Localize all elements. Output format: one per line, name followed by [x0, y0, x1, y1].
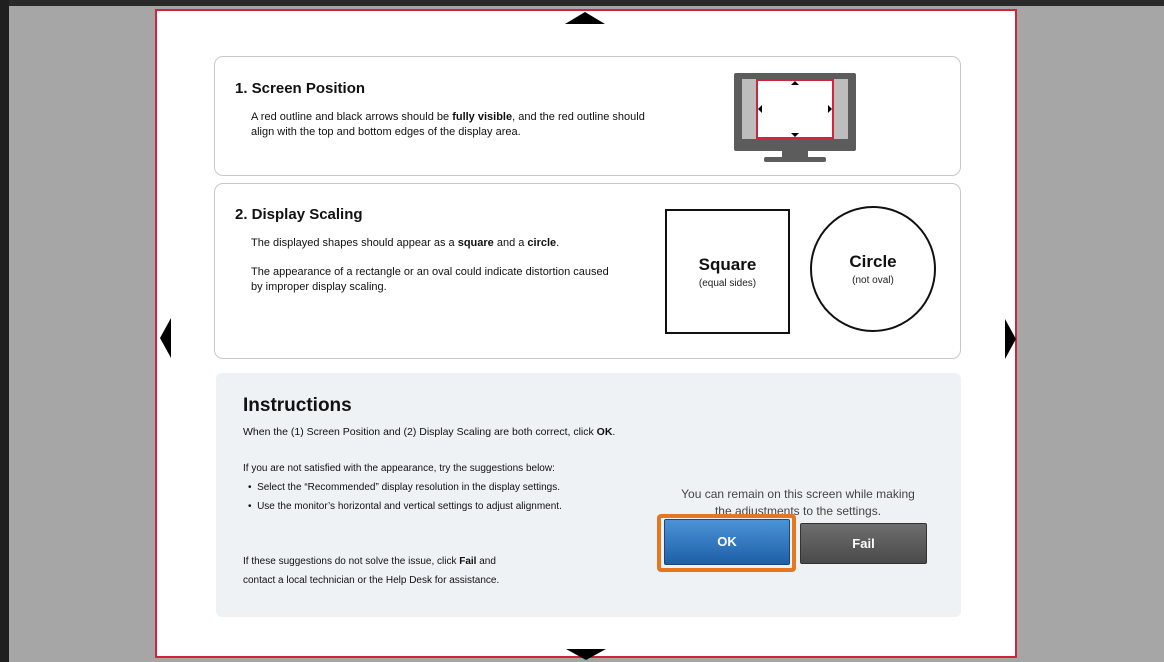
- square-label: Square: [698, 255, 757, 274]
- monitor-icon: [734, 73, 856, 163]
- circle-label: Circle: [849, 252, 897, 271]
- display-scaling-text-1: The displayed shapes should appear as a …: [251, 237, 560, 249]
- square-shape: Square (equal sides): [665, 209, 790, 334]
- instructions-line-suggestions: If you are not satisfied with the appear…: [243, 463, 555, 474]
- circle-sublabel: (not oval): [852, 275, 894, 286]
- bottom-arrow-icon: [566, 649, 606, 660]
- ok-button-highlight: [657, 514, 796, 572]
- instructions-line-fail: If these suggestions do not solve the is…: [243, 556, 496, 567]
- right-arrow-icon: [1005, 319, 1016, 359]
- screen-position-text: A red outline and black arrows should be…: [251, 111, 645, 138]
- left-edge-bar: [0, 0, 9, 662]
- list-item: • Select the “Recommended” display resol…: [248, 482, 560, 493]
- top-strip: [0, 0, 1164, 6]
- display-scaling-text-2: The appearance of a rectangle or an oval…: [251, 266, 609, 293]
- instructions-line-ok: When the (1) Screen Position and (2) Dis…: [243, 426, 616, 438]
- instructions-line-helpdesk: contact a local technician or the Help D…: [243, 575, 500, 586]
- fail-button[interactable]: Fail: [800, 523, 927, 564]
- top-arrow-icon: [565, 12, 605, 24]
- display-scaling-title: 2. Display Scaling: [235, 206, 363, 223]
- screen-position-title: 1. Screen Position: [235, 80, 366, 97]
- circle-shape: Circle (not oval): [810, 206, 936, 332]
- square-sublabel: (equal sides): [698, 278, 757, 289]
- instructions-title: Instructions: [243, 395, 352, 416]
- left-arrow-icon: [160, 318, 171, 358]
- list-item: • Use the monitor’s horizontal and verti…: [248, 501, 562, 512]
